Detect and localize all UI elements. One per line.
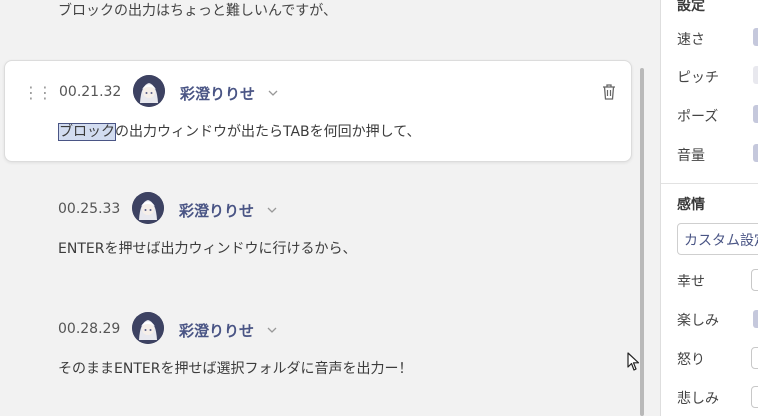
sadness-input[interactable] <box>751 386 758 408</box>
block-text-rest[interactable]: の出力ウィンドウが出たらTABを何回か押して、 <box>115 124 421 140</box>
pause-label: ポーズ <box>677 109 719 125</box>
emotion-preset-value: カスタム設定 <box>684 233 758 249</box>
happy-label: 幸せ <box>677 274 705 290</box>
speaker-avatar <box>133 75 165 107</box>
mouse-cursor-icon <box>627 352 640 371</box>
volume-label: 音量 <box>677 148 705 164</box>
previous-block-text[interactable]: ブロックの出力はちょっと難しいんですが、 <box>58 0 337 20</box>
script-editor: ブロックの出力はちょっと難しいんですが、 ⋮⋮ 00.21.32 彩澄りりせ ブ… <box>0 0 660 416</box>
chevron-down-icon[interactable] <box>267 87 279 99</box>
speaker-name[interactable]: 彩澄りりせ <box>180 83 255 104</box>
block-text[interactable]: ENTERを押せば出力ウィンドウに行けるから、 <box>58 238 356 258</box>
fun-slider[interactable] <box>753 310 758 328</box>
trash-icon[interactable] <box>601 83 617 101</box>
volume-slider[interactable] <box>753 144 758 162</box>
sadness-label: 悲しみ <box>677 391 719 407</box>
pitch-label: ピッチ <box>677 70 719 86</box>
chevron-down-icon[interactable] <box>266 324 278 336</box>
block-timestamp: 00.28.29 <box>58 321 121 337</box>
fun-label: 楽しみ <box>677 313 719 329</box>
script-block[interactable]: 00.28.29 彩澄りりせ そのままENTERを押せば選択フォルダに音声を出力… <box>4 298 630 398</box>
speaker-name[interactable]: 彩澄りりせ <box>179 320 254 341</box>
settings-title: 設定 <box>677 0 705 14</box>
block-timestamp: 00.21.32 <box>59 84 122 100</box>
speaker-avatar <box>132 312 164 344</box>
settings-sidebar: 設定 速さ ピッチ ポーズ 音量 感情 カスタム設定 幸せ 楽しみ 怒り 悲しみ <box>660 0 758 416</box>
pitch-slider[interactable] <box>753 66 758 84</box>
chevron-down-icon[interactable] <box>266 204 278 216</box>
script-block[interactable]: 00.25.33 彩澄りりせ ENTERを押せば出力ウィンドウに行けるから、 <box>4 178 630 278</box>
block-timestamp: 00.25.33 <box>58 201 121 217</box>
emotion-title: 感情 <box>677 197 705 213</box>
speaker-name[interactable]: 彩澄りりせ <box>179 200 254 221</box>
active-block[interactable]: ⋮⋮ 00.21.32 彩澄りりせ ブロックの出力ウィンドウが出たらTABを何回… <box>4 60 632 162</box>
speed-slider[interactable] <box>753 28 758 46</box>
happy-input[interactable] <box>751 269 758 291</box>
block-text[interactable]: そのままENTERを押せば選択フォルダに音声を出力ー！ <box>58 358 412 378</box>
section-divider <box>661 183 758 184</box>
anger-input[interactable] <box>751 347 758 369</box>
emotion-preset-select[interactable]: カスタム設定 <box>677 223 758 255</box>
speed-label: 速さ <box>677 32 705 48</box>
block-text[interactable]: ブロックの出力ウィンドウが出たらTABを何回か押して、 <box>58 121 421 141</box>
speaker-avatar <box>132 192 164 224</box>
drag-handle-icon[interactable]: ⋮⋮ <box>23 83 53 102</box>
pause-slider[interactable] <box>753 105 758 123</box>
selected-text[interactable]: ブロック <box>58 123 116 141</box>
anger-label: 怒り <box>677 352 705 368</box>
